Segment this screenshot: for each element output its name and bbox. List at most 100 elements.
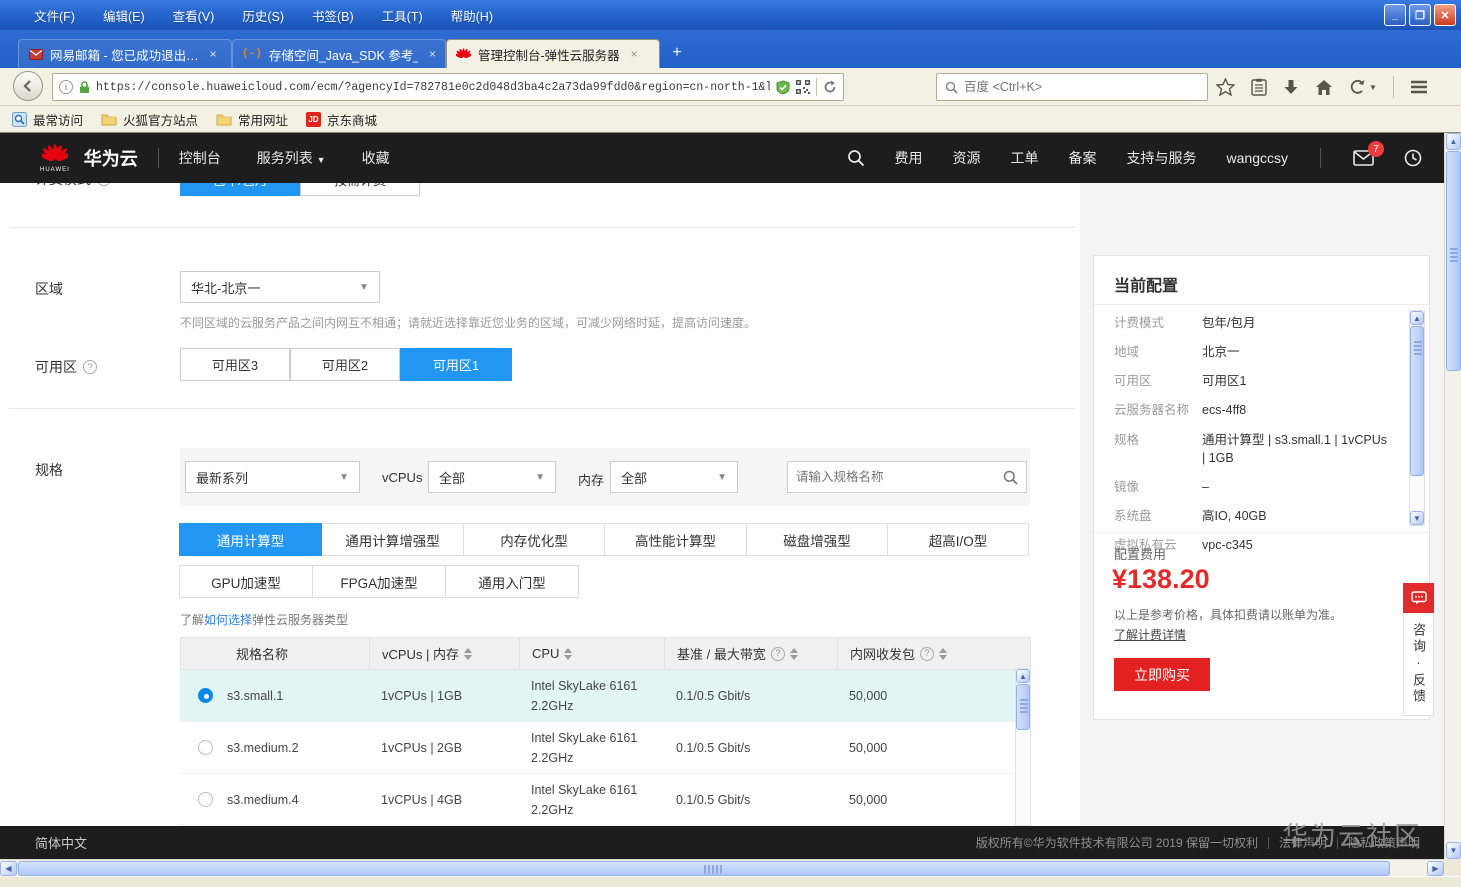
bookmark-common-folder[interactable]: 常用网址 [216,110,288,129]
language-selector[interactable]: 简体中文 [35,833,87,852]
nav-support[interactable]: 支持与服务 [1127,148,1197,168]
az3-button[interactable]: 可用区3 [180,348,290,381]
sort-icon[interactable] [464,647,473,660]
spec-search-input[interactable] [796,470,997,484]
back-button[interactable] [13,71,43,101]
scroll-up-arrow[interactable]: ▲ [1016,669,1030,683]
nav-favorites[interactable]: 收藏 [362,148,390,168]
tab-disk-intensive[interactable]: 磁盘增强型 [746,523,888,556]
bookmark-firefox-folder[interactable]: 火狐官方站点 [101,110,198,129]
scrollbar-thumb[interactable] [1446,151,1461,371]
nav-billing[interactable]: 费用 [895,148,923,168]
help-icon[interactable]: ? [770,646,785,661]
nav-service-list[interactable]: 服务列表 ▼ [257,148,326,168]
menu-tools[interactable]: 工具(T) [382,6,423,25]
tab-ultra-io[interactable]: 超高I/O型 [887,523,1029,556]
sort-icon[interactable] [564,647,573,660]
nav-console[interactable]: 控制台 [179,148,221,168]
page-info-icon[interactable]: i [59,80,73,94]
vcpus-filter-select[interactable]: 全部 ▼ [428,461,556,493]
url-input[interactable] [96,80,770,94]
minimize-button[interactable]: _ [1384,4,1406,26]
feedback-tab[interactable]: 咨询·反馈 [1403,613,1434,716]
restore-button[interactable]: ❐ [1409,4,1431,26]
web-search-bar[interactable] [936,73,1208,101]
username[interactable]: wangccsy [1227,150,1288,166]
reload-icon[interactable] [823,80,837,94]
close-button[interactable]: ✕ [1434,4,1456,26]
az1-button[interactable]: 可用区1 [400,348,512,381]
spec-name-search[interactable] [787,461,1027,493]
menu-history[interactable]: 历史(S) [242,6,284,25]
sort-icon[interactable] [789,647,798,660]
vertical-scrollbar[interactable]: ▲ ▼ [1444,133,1461,859]
browser-tab-docs[interactable]: (-) 存储空间_Java_SDK 参考_… × [232,39,446,68]
tab-close-icon[interactable]: × [631,47,638,61]
browser-tab-mail[interactable]: 网易邮箱 - 您已成功退出… × [18,39,232,68]
table-row[interactable]: s3.medium.2 1vCPUs | 2GB Intel SkyLake 6… [180,722,1031,774]
bookmark-jd[interactable]: JD 京东商城 [306,110,377,129]
shield-check-icon[interactable] [776,79,790,95]
scroll-up-arrow[interactable]: ▲ [1410,311,1424,325]
config-scrollbar[interactable]: ▲ ▼ [1409,310,1425,526]
series-filter-select[interactable]: 最新系列 ▼ [185,461,360,493]
url-bar[interactable]: i [52,73,844,101]
menu-bookmarks[interactable]: 书签(B) [312,6,354,25]
nav-icp[interactable]: 备案 [1069,148,1097,168]
scroll-left-arrow[interactable]: ◀ [0,861,17,876]
chat-bubble-icon[interactable] [1403,583,1434,613]
help-icon[interactable]: ? [83,360,97,374]
tab-general-entry[interactable]: 通用入门型 [445,565,579,598]
sync-button[interactable]: ▼ [1349,79,1377,95]
browser-tab-console[interactable]: 管理控制台-弹性云服务器 × [446,39,660,68]
tab-close-icon[interactable]: × [429,47,436,61]
table-scrollbar[interactable]: ▲ [1015,668,1031,826]
billing-details-link[interactable]: 了解计费详情 [1114,626,1186,643]
feedback-widget[interactable]: 咨询·反馈 [1403,583,1434,716]
scrollbar-thumb[interactable] [1016,684,1030,730]
tab-gpu[interactable]: GPU加速型 [179,565,313,598]
huawei-logo[interactable]: HUAWEI [40,143,70,173]
downloads-icon[interactable] [1283,79,1299,96]
bookmark-most-visited[interactable]: 最常访问 [12,110,83,129]
tab-general-computing[interactable]: 通用计算型 [179,523,322,556]
bookmark-star-icon[interactable] [1216,78,1235,96]
hamburger-menu-icon[interactable] [1410,80,1428,94]
search-icon[interactable] [1003,470,1018,485]
buy-now-button[interactable]: 立即购买 [1114,658,1210,691]
help-icon[interactable]: ? [920,646,935,661]
new-tab-button[interactable]: + [664,41,690,65]
tab-fpga[interactable]: FPGA加速型 [312,565,446,598]
library-icon[interactable] [1251,78,1267,96]
scroll-right-arrow[interactable]: ▶ [1427,861,1444,876]
radio-unselected[interactable] [198,740,213,755]
scroll-down-arrow[interactable]: ▼ [1410,511,1424,525]
nav-tickets[interactable]: 工单 [1011,148,1039,168]
menu-file[interactable]: 文件(F) [34,6,75,25]
mem-filter-select[interactable]: 全部 ▼ [610,461,738,493]
history-clock-icon[interactable] [1404,149,1422,167]
web-search-input[interactable] [964,80,1199,94]
brand-name[interactable]: 华为云 [84,145,138,171]
home-icon[interactable] [1315,79,1333,96]
radio-unselected[interactable] [198,792,213,807]
sort-icon[interactable] [939,647,948,660]
menu-help[interactable]: 帮助(H) [451,6,493,25]
scroll-down-arrow[interactable]: ▼ [1446,842,1461,859]
scroll-up-arrow[interactable]: ▲ [1446,133,1461,150]
menu-view[interactable]: 查看(V) [173,6,215,25]
scrollbar-thumb[interactable] [1410,326,1424,476]
region-select[interactable]: 华北-北京一 ▼ [180,271,380,303]
horizontal-scrollbar[interactable]: ◀ ▶ [0,859,1444,876]
radio-selected[interactable] [198,688,213,703]
table-row[interactable]: s3.small.1 1vCPUs | 1GB Intel SkyLake 61… [180,670,1031,722]
tab-close-icon[interactable]: × [210,47,217,61]
tab-high-performance[interactable]: 高性能计算型 [604,523,747,556]
qr-code-icon[interactable] [796,80,810,94]
how-to-choose-link[interactable]: 如何选择 [204,613,252,627]
scrollbar-thumb[interactable] [18,861,1390,876]
tab-general-computing-plus[interactable]: 通用计算增强型 [321,523,464,556]
tab-memory-optimized[interactable]: 内存优化型 [463,523,605,556]
messages-button[interactable]: 7 [1353,141,1384,166]
table-row[interactable]: s3.medium.4 1vCPUs | 4GB Intel SkyLake 6… [180,774,1031,826]
